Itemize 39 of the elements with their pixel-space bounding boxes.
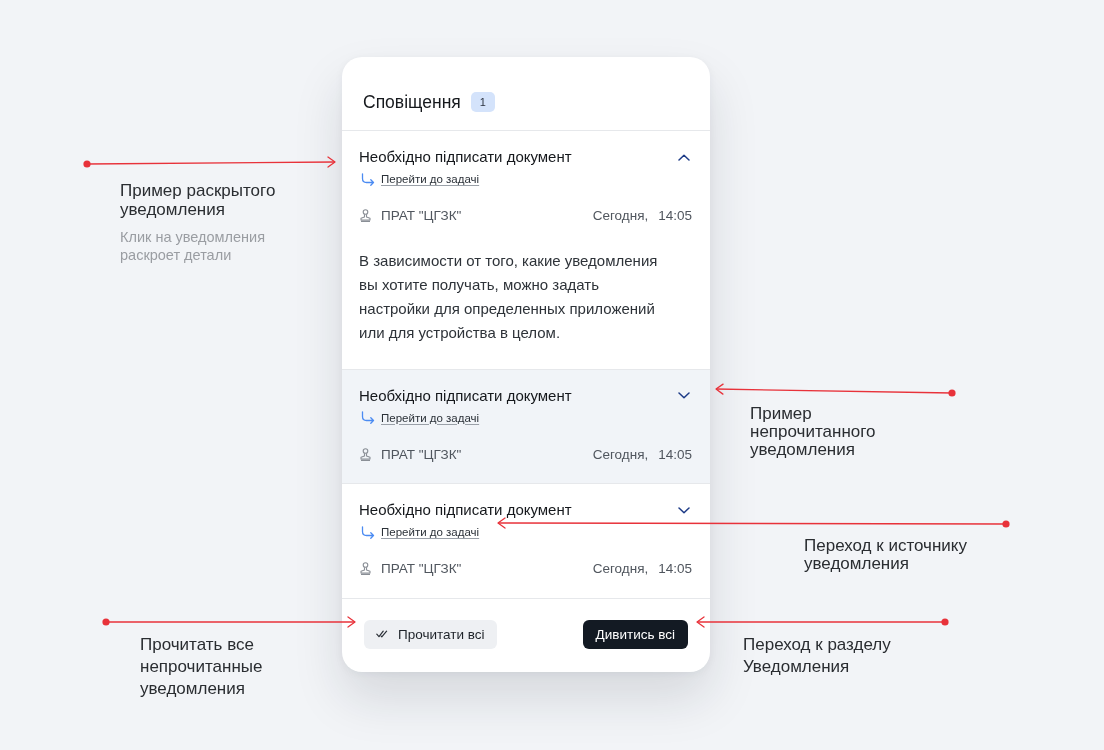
notification-date: Сегодня, bbox=[592, 446, 649, 462]
chevron-down-icon[interactable] bbox=[678, 506, 690, 514]
chevron-down-icon[interactable] bbox=[678, 392, 690, 399]
sender-name: ПРАТ "ЦГЗК" bbox=[381, 208, 463, 223]
chevron-up-icon[interactable] bbox=[678, 153, 690, 161]
task-link[interactable]: Перейти до задачі bbox=[359, 172, 480, 186]
notification-text: В зависимости от того, какие уведомления вы хотите получать, можно задать настройки для определенных приложений или для устройства в целом. bbox=[359, 250, 659, 343]
notification-time: 14:05 bbox=[658, 208, 692, 223]
count-badge: 1 bbox=[470, 92, 495, 112]
notification-item[interactable]: Необхідно підписати документ Перейти до задачі ПРАТ "ЦГЗК" Сегодня, 14:05 bbox=[342, 369, 710, 484]
task-link[interactable]: Перейти до задачі bbox=[359, 410, 480, 425]
notification-title: Необхідно підписати документ bbox=[359, 385, 572, 406]
annotation-text: Пример раскрытого уведомления bbox=[120, 181, 277, 219]
stamp-icon bbox=[360, 447, 371, 461]
notification-title: Необхідно підписати документ bbox=[359, 500, 572, 520]
annotation-note: Клик на уведомления раскроет детали bbox=[120, 228, 266, 264]
double-check-icon bbox=[376, 630, 389, 638]
notification-time: 14:05 bbox=[658, 561, 692, 576]
notification-item[interactable] bbox=[342, 131, 710, 370]
mark-all-read-button[interactable]: Прочитати всі bbox=[364, 619, 498, 649]
task-link[interactable]: Перейти до задачі bbox=[359, 525, 480, 539]
notification-time: 14:05 bbox=[658, 446, 692, 462]
annotation-text: Пример непрочитанного уведомления bbox=[750, 405, 877, 459]
curved-arrow-icon bbox=[361, 411, 375, 424]
notification-title: Необхідно підписати документ bbox=[359, 147, 572, 167]
view-all-button[interactable]: Дивитись всі bbox=[582, 619, 688, 649]
stamp-icon bbox=[360, 562, 371, 575]
notification-date: Сегодня, bbox=[592, 208, 649, 223]
panel-title: Сповіщення bbox=[363, 91, 461, 113]
annotation-text: Переход к источнику уведомления bbox=[804, 537, 968, 573]
stamp-icon bbox=[360, 209, 371, 222]
annotation-text: Прочитать все непрочитанные уведомления bbox=[140, 634, 264, 700]
sender-name: ПРАТ "ЦГЗК" bbox=[381, 446, 463, 462]
curved-arrow-icon bbox=[361, 172, 375, 186]
sender-name: ПРАТ "ЦГЗК" bbox=[381, 561, 463, 576]
curved-arrow-icon bbox=[361, 525, 375, 539]
annotation-text: Переход к разделу Уведомления bbox=[743, 634, 892, 678]
notification-item[interactable]: Необхідно підписати документ Перейти до задачі ПРАТ "ЦГЗК" Сегодня, 14:05 bbox=[342, 484, 710, 599]
notification-date: Сегодня, bbox=[592, 561, 649, 576]
